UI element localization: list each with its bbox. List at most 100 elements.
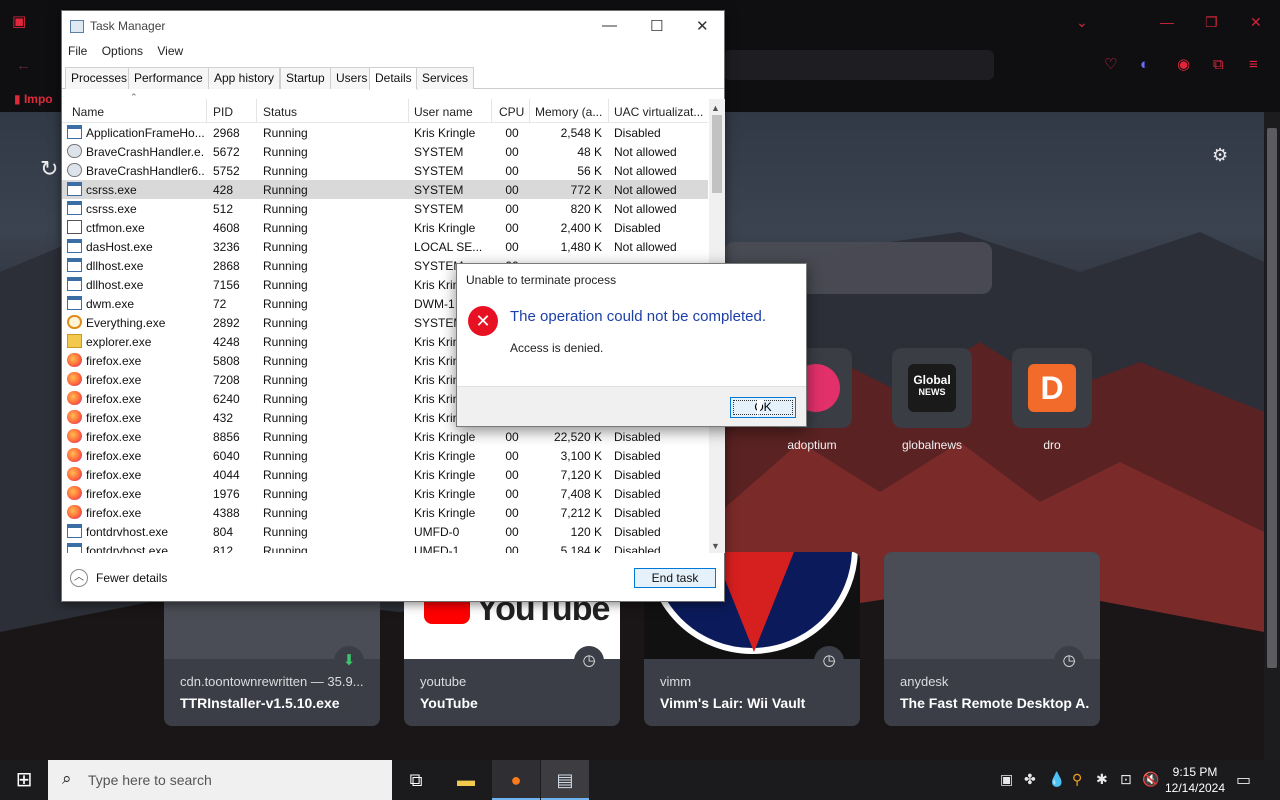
column-divider[interactable] [608, 99, 609, 123]
table-row[interactable]: ctfmon.exe 4608 Running Kris Kringle 00 2,400… [62, 218, 708, 237]
table-row[interactable]: fontdrvhost.exe 812 Running UMFD-1 00 5,184 K… [62, 541, 708, 553]
cell-name: firefox.exe [86, 506, 142, 520]
tray-everything-icon[interactable]: ⚲ [1072, 771, 1082, 788]
column-divider[interactable] [529, 99, 530, 123]
cell-name: explorer.exe [86, 335, 152, 349]
minimize-icon[interactable]: — [1160, 14, 1174, 30]
table-scrollbar-thumb[interactable] [712, 115, 722, 193]
table-row[interactable]: csrss.exe 428 Running SYSTEM 00 772 K Not allo… [62, 180, 708, 199]
column-header-cpu[interactable]: CPU [499, 105, 529, 119]
table-row[interactable]: BraveCrashHandler6... 5752 Running SYSTEM 00… [62, 161, 708, 180]
tab-startup[interactable]: Startup [280, 67, 331, 89]
card-title: The Fast Remote Desktop A... [900, 695, 1090, 711]
bookmark-item[interactable]: ▮ Impo [14, 92, 53, 106]
table-row[interactable]: dasHost.exe 3236 Running LOCAL SE... 00 1,480… [62, 237, 708, 256]
tray-network-icon[interactable]: ⊡ [1120, 771, 1132, 788]
account-icon[interactable]: ◉ [1177, 57, 1190, 73]
back-arrow-icon[interactable]: ← [16, 58, 31, 74]
tab-performance[interactable]: Performance [128, 67, 209, 89]
close-icon[interactable]: ✕ [1250, 14, 1262, 31]
table-row[interactable]: csrss.exe 512 Running SYSTEM 00 820 K Not allo… [62, 199, 708, 218]
scroll-down-icon[interactable]: ▼ [711, 541, 720, 551]
table-row[interactable]: fontdrvhost.exe 804 Running UMFD-0 00 120 K Di… [62, 522, 708, 541]
refresh-icon[interactable]: ↻ [40, 156, 58, 182]
cell-status: Running [263, 468, 308, 482]
extensions-icon[interactable]: ⧉ [1213, 57, 1224, 73]
maximize-icon[interactable]: ☐ [650, 17, 663, 35]
cell-name: firefox.exe [86, 411, 142, 425]
column-header-memory[interactable]: Memory (a... [535, 105, 607, 119]
address-bar[interactable] [724, 50, 994, 80]
dialog-title: Unable to terminate process [466, 273, 617, 287]
cell-cpu: 00 [505, 430, 519, 444]
notification-center-icon[interactable]: ▭ [1236, 770, 1251, 790]
shortcut-dro[interactable]: D [1012, 348, 1092, 428]
end-task-button[interactable]: End task [634, 568, 716, 588]
menu-view[interactable]: View [157, 44, 183, 58]
table-row[interactable]: ApplicationFrameHo... 2968 Running Kris Kri… [62, 123, 708, 142]
column-header-uac[interactable]: UAC virtualizat... [614, 105, 706, 119]
tray-drop-icon[interactable]: 💧 [1048, 771, 1065, 788]
taskbar-firefox[interactable]: ● [492, 760, 540, 800]
card-subtitle: cdn.toontownrewritten — 35.9... [180, 674, 364, 689]
pocket-icon[interactable]: ♡ [1104, 57, 1117, 73]
vimm-v-shape [714, 552, 794, 652]
task-view-button[interactable]: ⧉ [392, 760, 440, 800]
error-dialog[interactable]: Unable to terminate process ✕ The operat… [456, 263, 807, 427]
chevron-down-icon[interactable]: ⌄ [1076, 14, 1088, 31]
start-button[interactable]: ⊞ [0, 760, 48, 800]
column-header-user[interactable]: User name [414, 105, 488, 119]
table-row[interactable]: firefox.exe 4044 Running Kris Kringle 00 7,12… [62, 465, 708, 484]
cell-cpu: 00 [505, 164, 519, 178]
column-divider[interactable] [491, 99, 492, 123]
table-row[interactable]: firefox.exe 8856 Running Kris Kringle 00 22,5… [62, 427, 708, 446]
tab-users[interactable]: Users [330, 67, 374, 89]
tab-menu-icon[interactable]: ▣ [12, 14, 26, 30]
system-clock[interactable]: 9:15 PM 12/14/2024 [1161, 764, 1229, 796]
hamburger-menu-icon[interactable]: ≡ [1249, 57, 1258, 73]
maximize-icon[interactable]: ❐ [1205, 14, 1218, 31]
column-header-name[interactable]: Name [72, 105, 202, 119]
tab-app-history[interactable]: App history [208, 67, 281, 89]
tab-details[interactable]: Details [369, 67, 418, 90]
table-row[interactable]: firefox.exe 6040 Running Kris Kringle 00 3,10… [62, 446, 708, 465]
tab-services[interactable]: Services [416, 67, 475, 89]
scroll-up-icon[interactable]: ▲ [711, 103, 720, 113]
pen-icon [67, 220, 82, 234]
table-row[interactable]: BraveCrashHandler.e... 5672 Running SYSTEM 0… [62, 142, 708, 161]
tab-processes[interactable]: Processes [65, 67, 134, 89]
column-header-pid[interactable]: PID [213, 105, 253, 119]
taskbar-task-manager[interactable]: ▤ [541, 760, 589, 800]
settings-gear-icon[interactable]: ⚙ [1212, 145, 1228, 166]
menu-file[interactable]: File [68, 44, 87, 58]
recent-card[interactable]: ◷ anydesk The Fast Remote Desktop A... [884, 552, 1100, 726]
title-bar[interactable]: Task Manager — ☐ ✕ [62, 11, 724, 43]
vpn-icon[interactable]: ◐ [1140, 57, 1149, 73]
tray-volume-muted-icon[interactable]: 🔇 [1142, 771, 1159, 788]
tray-bluetooth-icon[interactable]: ✱ [1096, 771, 1108, 788]
card-title: Vimm's Lair: Wii Vault [660, 695, 806, 711]
taskbar-file-explorer[interactable]: ▬ [442, 760, 490, 800]
table-row[interactable]: firefox.exe 1976 Running Kris Kringle 00 7,40… [62, 484, 708, 503]
cell-user: Kris Kringle [414, 126, 476, 140]
cell-status: Running [263, 354, 308, 368]
column-divider[interactable] [408, 99, 409, 123]
dro-logo-icon: D [1028, 364, 1076, 412]
column-divider[interactable] [256, 99, 257, 123]
minimize-icon[interactable]: — [602, 17, 617, 34]
page-scrollbar-thumb[interactable] [1267, 128, 1277, 668]
card-title: YouTube [420, 695, 478, 711]
shortcut-globalnews[interactable]: Global NEWS [892, 348, 972, 428]
taskbar-search[interactable]: ⌕ Type here to search [48, 760, 392, 800]
close-icon[interactable]: ✕ [696, 17, 709, 35]
column-divider[interactable] [206, 99, 207, 123]
table-row[interactable]: firefox.exe 4388 Running Kris Kringle 00 7,21… [62, 503, 708, 522]
menu-options[interactable]: Options [102, 44, 143, 58]
tray-app-icon[interactable]: ▣ [1000, 771, 1013, 788]
cell-user: LOCAL SE... [414, 240, 483, 254]
tray-network-share-icon[interactable]: ✤ [1024, 771, 1036, 788]
cell-uac: Not allowed [614, 164, 677, 178]
cell-status: Running [263, 297, 308, 311]
cell-pid: 812 [213, 544, 234, 553]
column-header-status[interactable]: Status [263, 105, 403, 119]
